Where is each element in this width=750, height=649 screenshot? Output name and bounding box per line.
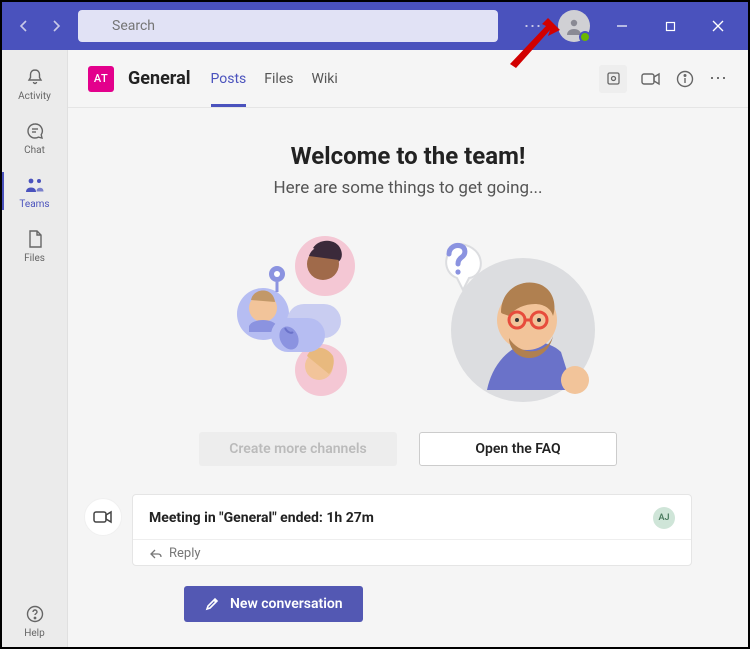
- welcome-subtitle: Here are some things to get going...: [273, 178, 542, 198]
- create-channels-illustration: [203, 220, 393, 410]
- rail-item-files[interactable]: Files: [2, 218, 68, 272]
- reply-button[interactable]: Reply: [133, 539, 691, 565]
- teams-icon: [23, 173, 47, 197]
- open-faq-button[interactable]: Open the FAQ: [419, 432, 617, 466]
- new-conversation-button[interactable]: New conversation: [184, 586, 363, 622]
- channel-apps-button[interactable]: [599, 65, 627, 93]
- rail-label: Teams: [19, 199, 49, 210]
- meeting-ended-title: Meeting in "General" ended: 1h 27m: [149, 510, 374, 526]
- tab-files[interactable]: Files: [264, 50, 293, 107]
- help-icon: [23, 602, 47, 626]
- app-rail: Activity Chat Teams Files Help: [2, 50, 68, 647]
- rail-item-activity[interactable]: Activity: [2, 56, 68, 110]
- team-avatar: AT: [88, 66, 114, 92]
- meet-button[interactable]: [641, 69, 661, 89]
- presence-available-icon: [579, 31, 591, 43]
- open-faq-illustration: [423, 220, 613, 410]
- forward-button[interactable]: [42, 10, 70, 42]
- rail-item-teams[interactable]: Teams: [2, 164, 68, 218]
- rail-item-chat[interactable]: Chat: [2, 110, 68, 164]
- rail-label: Chat: [24, 145, 45, 156]
- new-conversation-label: New conversation: [230, 596, 343, 612]
- profile-avatar[interactable]: [558, 10, 590, 42]
- rail-label: Files: [24, 253, 45, 264]
- maximize-button[interactable]: [648, 10, 692, 42]
- files-icon: [23, 227, 47, 251]
- meeting-ended-card[interactable]: Meeting in "General" ended: 1h 27m AJ Re…: [132, 494, 692, 566]
- minimize-button[interactable]: [600, 10, 644, 42]
- meeting-icon: [84, 498, 122, 536]
- channel-more-button[interactable]: ⋯: [709, 68, 728, 89]
- rail-item-help[interactable]: Help: [2, 593, 68, 647]
- create-channels-button: Create more channels: [199, 432, 397, 466]
- settings-more-button[interactable]: ⋯: [518, 16, 548, 37]
- attendee-avatar: AJ: [653, 507, 675, 529]
- welcome-title: Welcome to the team!: [291, 142, 526, 170]
- tab-wiki[interactable]: Wiki: [311, 50, 337, 107]
- channel-name: General: [128, 68, 191, 89]
- info-button[interactable]: [675, 69, 695, 89]
- content-area: AT General Posts Files Wiki ⋯: [68, 50, 748, 647]
- close-button[interactable]: [696, 10, 740, 42]
- compose-icon: [204, 596, 220, 612]
- reply-label: Reply: [169, 546, 201, 561]
- title-bar: ⋯: [2, 2, 748, 50]
- bell-icon: [23, 65, 47, 89]
- rail-label: Activity: [18, 91, 51, 102]
- rail-label: Help: [24, 628, 44, 639]
- channel-header: AT General Posts Files Wiki ⋯: [68, 50, 748, 108]
- chat-icon: [23, 119, 47, 143]
- back-button[interactable]: [10, 10, 38, 42]
- tab-posts[interactable]: Posts: [211, 50, 247, 107]
- search-input[interactable]: [78, 10, 498, 42]
